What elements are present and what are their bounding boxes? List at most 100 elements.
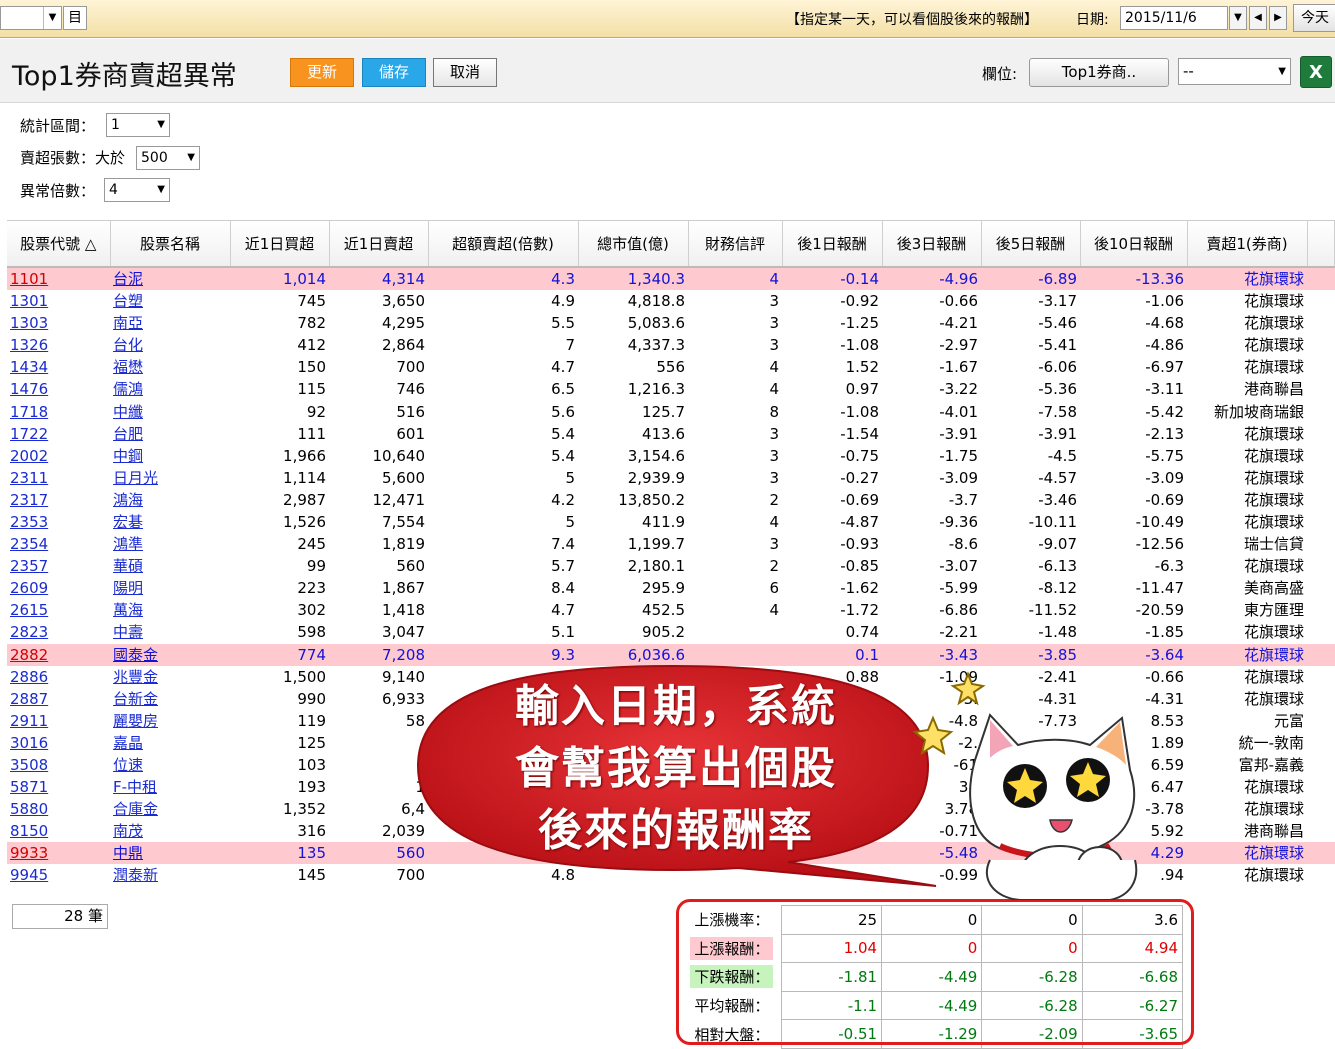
- field-select[interactable]: -- ▼: [1178, 58, 1291, 85]
- table-row[interactable]: 2311 日月光 1,114 5,600 5 2,939.9 3 -0.27 -3.09 -4.5…: [7, 467, 1335, 489]
- sell-select[interactable]: 500 ▼: [136, 146, 200, 170]
- table-row[interactable]: 2353 宏碁 1,526 7,554 5 411.9 4 -4.87 -9.36 -10.11 -…: [7, 511, 1335, 533]
- next-day-icon[interactable]: ▶: [1269, 6, 1287, 30]
- table-row[interactable]: 2357 華碩 99 560 5.7 2,180.1 2 -0.85 -3.07 -6.13 -6.…: [7, 555, 1335, 577]
- cell-name[interactable]: 鴻準: [110, 533, 230, 555]
- cell-name[interactable]: 南亞: [110, 312, 230, 334]
- cell-code[interactable]: 2823: [7, 621, 110, 643]
- prev-day-icon[interactable]: ◀: [1249, 6, 1267, 30]
- cell-name[interactable]: 華碩: [110, 555, 230, 577]
- cell-code[interactable]: 2311: [7, 467, 110, 489]
- cell-name[interactable]: 日月光: [110, 467, 230, 489]
- cell-name[interactable]: 陽明: [110, 577, 230, 599]
- update-button[interactable]: 更新: [290, 58, 354, 87]
- cell-code[interactable]: 2354: [7, 533, 110, 555]
- cell-name[interactable]: 宏碁: [110, 511, 230, 533]
- col-header[interactable]: 後1日報酬: [782, 221, 883, 268]
- cell-code[interactable]: 5880: [7, 798, 110, 820]
- col-header[interactable]: 總市值(億): [578, 221, 689, 268]
- cell-code[interactable]: 8150: [7, 820, 110, 842]
- cell-code[interactable]: 2357: [7, 555, 110, 577]
- cell-code[interactable]: 9945: [7, 864, 110, 886]
- cell-name[interactable]: 福懋: [110, 356, 230, 378]
- cell-name[interactable]: 儒鴻: [110, 378, 230, 400]
- cell-name[interactable]: 中鋼: [110, 445, 230, 467]
- cell-name[interactable]: 萬海: [110, 599, 230, 621]
- cell-name[interactable]: F-中租: [110, 776, 230, 798]
- col-header[interactable]: 財務信評: [688, 221, 783, 268]
- cell-name[interactable]: 中壽: [110, 621, 230, 643]
- cell-code[interactable]: 2609: [7, 577, 110, 599]
- cell-code[interactable]: 1301: [7, 290, 110, 312]
- cancel-button[interactable]: 取消: [433, 58, 497, 87]
- cell-name[interactable]: 鴻海: [110, 489, 230, 511]
- cell-name[interactable]: 潤泰新: [110, 864, 230, 886]
- cell-code[interactable]: 2887: [7, 688, 110, 710]
- date-input[interactable]: 2015/11/6: [1120, 6, 1228, 30]
- save-button[interactable]: 儲存: [362, 58, 426, 87]
- cell-code[interactable]: 2886: [7, 666, 110, 688]
- table-row[interactable]: 2823 中壽 598 3,047 5.1 905.2 0.74 -2.21 -1.48 -1.8…: [7, 621, 1335, 643]
- cell-name[interactable]: 台肥: [110, 423, 230, 445]
- table-row[interactable]: 1101 台泥 1,014 4,314 4.3 1,340.3 4 -0.14 -4.96 -6.…: [7, 267, 1335, 290]
- cell-code[interactable]: 3016: [7, 732, 110, 754]
- col-header[interactable]: 後3日報酬: [882, 221, 982, 268]
- cell-code[interactable]: 5871: [7, 776, 110, 798]
- chevron-down-icon[interactable]: ▼: [43, 7, 61, 29]
- cell-name[interactable]: 中鼎: [110, 842, 230, 865]
- cell-code[interactable]: 1303: [7, 312, 110, 334]
- cell-code[interactable]: 1434: [7, 356, 110, 378]
- table-row[interactable]: 1303 南亞 782 4,295 5.5 5,083.6 3 -1.25 -4.21 -5.46…: [7, 312, 1335, 334]
- cell-code[interactable]: 1476: [7, 378, 110, 400]
- cell-code[interactable]: 1718: [7, 400, 110, 422]
- cell-code[interactable]: 2317: [7, 489, 110, 511]
- period-select[interactable]: 1 ▼: [106, 113, 170, 137]
- cell-name[interactable]: 合庫金: [110, 798, 230, 820]
- cell-name[interactable]: 台泥: [110, 267, 230, 290]
- today-button[interactable]: 今天: [1293, 4, 1335, 32]
- cell-code[interactable]: 2002: [7, 445, 110, 467]
- table-row[interactable]: 2354 鴻準 245 1,819 7.4 1,199.7 3 -0.93 -8.6 -9.07 -…: [7, 533, 1335, 555]
- cell-code[interactable]: 1326: [7, 334, 110, 356]
- col-header[interactable]: 賣超1(券商): [1187, 221, 1308, 268]
- book-icon[interactable]: 目: [63, 6, 87, 30]
- table-row[interactable]: 1722 台肥 111 601 5.4 413.6 3 -1.54 -3.91 -3.91 -2.1…: [7, 423, 1335, 445]
- table-row[interactable]: 1434 福懋 150 700 4.7 556 4 1.52 -1.67 -6.06 -6.97 花旗…: [7, 356, 1335, 378]
- cell-code[interactable]: 2911: [7, 710, 110, 732]
- table-row[interactable]: 2002 中鋼 1,966 10,640 5.4 3,154.6 3 -0.75 -1.75 -4…: [7, 445, 1335, 467]
- table-row[interactable]: 1718 中纖 92 516 5.6 125.7 8 -1.08 -4.01 -7.58 -5.42…: [7, 400, 1335, 422]
- col-header[interactable]: 超額賣超(倍數): [428, 221, 579, 268]
- col-header[interactable]: 股票名稱: [110, 221, 231, 268]
- cell-name[interactable]: 台塑: [110, 290, 230, 312]
- col-header[interactable]: 後10日報酬: [1080, 221, 1188, 268]
- field-button[interactable]: Top1券商..: [1029, 58, 1169, 87]
- excel-export-icon[interactable]: X: [1300, 56, 1332, 88]
- table-row[interactable]: 2615 萬海 302 1,418 4.7 452.5 4 -1.72 -6.86 -11.52 -…: [7, 599, 1335, 621]
- cell-code[interactable]: 9933: [7, 842, 110, 865]
- table-row[interactable]: 1301 台塑 745 3,650 4.9 4,818.8 3 -0.92 -0.66 -3.17…: [7, 290, 1335, 312]
- col-header[interactable]: 股票代號 △: [7, 221, 111, 268]
- col-header[interactable]: 近1日買超: [230, 221, 330, 268]
- table-row[interactable]: 2609 陽明 223 1,867 8.4 295.9 6 -1.62 -5.99 -8.12 -1…: [7, 577, 1335, 599]
- table-row[interactable]: 2317 鴻海 2,987 12,471 4.2 13,850.2 2 -0.69 -3.7 -3…: [7, 489, 1335, 511]
- top-combo[interactable]: ▼: [0, 6, 62, 30]
- cell-name[interactable]: 中纖: [110, 400, 230, 422]
- cell-code[interactable]: 2353: [7, 511, 110, 533]
- cell-name[interactable]: 南茂: [110, 820, 230, 842]
- cell-code[interactable]: 2882: [7, 643, 110, 666]
- col-header[interactable]: 後5日報酬: [981, 221, 1081, 268]
- cell-name[interactable]: 台化: [110, 334, 230, 356]
- cell-name[interactable]: 國泰金: [110, 643, 230, 666]
- cell-name[interactable]: 位速: [110, 754, 230, 776]
- cell-name[interactable]: 嘉晶: [110, 732, 230, 754]
- date-dropdown-icon[interactable]: ▼: [1229, 6, 1247, 30]
- table-row[interactable]: 1326 台化 412 2,864 7 4,337.3 3 -1.08 -2.97 -5.41 -4…: [7, 334, 1335, 356]
- cell-code[interactable]: 1722: [7, 423, 110, 445]
- cell-name[interactable]: 台新金: [110, 688, 230, 710]
- cell-name[interactable]: 麗嬰房: [110, 710, 230, 732]
- cell-name[interactable]: 兆豐金: [110, 666, 230, 688]
- cell-code[interactable]: 1101: [7, 267, 110, 290]
- table-row[interactable]: 1476 儒鴻 115 746 6.5 1,216.3 4 0.97 -3.22 -5.36 -3.…: [7, 378, 1335, 400]
- col-header[interactable]: 近1日賣超: [329, 221, 429, 268]
- cell-code[interactable]: 2615: [7, 599, 110, 621]
